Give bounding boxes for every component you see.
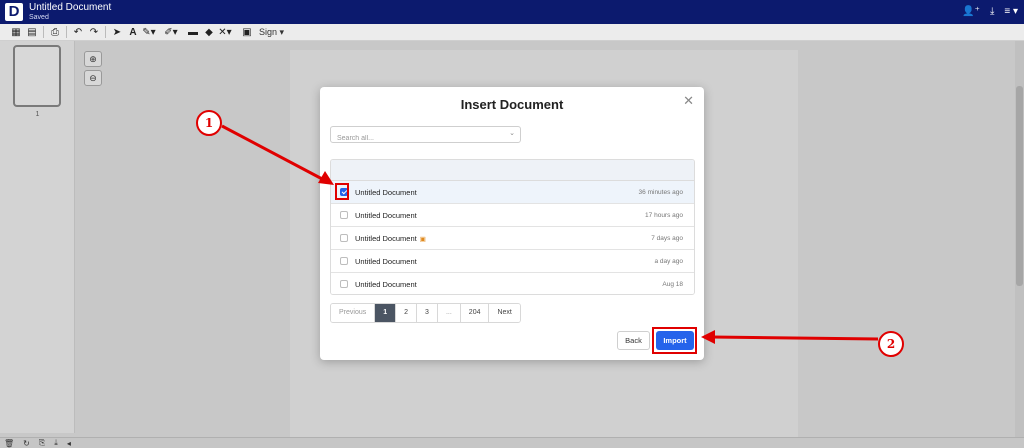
- eraser-icon[interactable]: ◆: [201, 24, 217, 41]
- page-number: 1: [35, 111, 40, 118]
- zoom-out-icon[interactable]: ⊖: [84, 70, 102, 86]
- scroll-left-icon[interactable]: ◂: [67, 439, 71, 448]
- toolbar-divider: [105, 26, 106, 38]
- lock-icon: ▣: [419, 236, 426, 243]
- import-highlight: [652, 327, 697, 354]
- comment-icon[interactable]: ▬: [185, 24, 201, 41]
- step-1-badge: 1: [196, 110, 222, 136]
- row-checkbox[interactable]: [340, 257, 348, 265]
- scrollbar-thumb[interactable]: [1016, 86, 1023, 286]
- close-icon[interactable]: ✕: [683, 93, 694, 109]
- page-thumbnails-sidebar: 1: [0, 41, 75, 433]
- step-2-badge: 2: [878, 331, 904, 357]
- page-thumbnail[interactable]: [13, 45, 61, 107]
- page-ellipsis: ...: [437, 304, 461, 322]
- back-button[interactable]: Back: [617, 331, 650, 350]
- previous-page-button[interactable]: Previous: [331, 304, 376, 322]
- list-header: [331, 160, 694, 181]
- search-input[interactable]: [331, 131, 501, 146]
- list-item[interactable]: Untitled Document 17 hours ago: [331, 204, 694, 227]
- page-2-button[interactable]: 2: [396, 304, 418, 322]
- export-icon[interactable]: ⤓: [54, 438, 58, 448]
- document-time: Aug 18: [662, 281, 683, 288]
- page-3-button[interactable]: 3: [417, 304, 438, 322]
- insert-document-modal: Insert Document ✕ ⌄ Untitled Document 36…: [320, 87, 704, 360]
- print-icon[interactable]: ⎙: [47, 24, 63, 41]
- menu-icon[interactable]: ≡ ▾: [1004, 5, 1018, 19]
- document-name: Untitled Document: [355, 188, 417, 197]
- redo-icon[interactable]: ↷: [86, 24, 102, 41]
- delete-icon[interactable]: 🗑: [4, 439, 14, 448]
- grid-icon[interactable]: ▦: [8, 24, 24, 41]
- vertical-scrollbar[interactable]: [1015, 41, 1024, 437]
- text-icon[interactable]: A: [125, 24, 141, 41]
- page-1-button[interactable]: 1: [375, 304, 397, 322]
- row-checkbox[interactable]: [340, 211, 348, 219]
- document-list: Untitled Document 36 minutes ago Untitle…: [330, 159, 695, 295]
- image-icon[interactable]: ▣: [239, 24, 255, 41]
- document-title[interactable]: Untitled Document: [29, 2, 111, 13]
- top-actions: 👤⁺ ⤓ ≡ ▾: [962, 5, 1018, 19]
- save-status: Saved: [29, 14, 49, 21]
- top-bar: D Untitled Document Saved 👤⁺ ⤓ ≡ ▾: [0, 0, 1024, 24]
- next-page-button[interactable]: Next: [489, 304, 520, 322]
- list-item[interactable]: Untitled Document Aug 18: [331, 273, 694, 294]
- document-name: Untitled Document: [355, 257, 417, 266]
- checkbox-highlight: [335, 183, 349, 200]
- app-logo[interactable]: D: [5, 3, 23, 21]
- add-page-icon[interactable]: ⎘: [39, 438, 45, 448]
- list-item[interactable]: Untitled Document 36 minutes ago: [331, 181, 694, 204]
- bottom-bar: 🗑 ↻ ⎘ ⤓ ◂: [0, 437, 1024, 448]
- highlighter-icon[interactable]: ✐▾: [163, 24, 179, 41]
- list-icon[interactable]: ▤: [24, 24, 40, 41]
- list-item[interactable]: Untitled Document a day ago: [331, 250, 694, 273]
- page-204-button[interactable]: 204: [460, 304, 490, 322]
- row-checkbox[interactable]: [340, 280, 348, 288]
- document-time: 17 hours ago: [645, 212, 683, 219]
- rotate-icon[interactable]: ↻: [23, 439, 30, 448]
- add-user-icon[interactable]: 👤⁺: [962, 5, 980, 19]
- modal-title: Insert Document: [460, 97, 564, 112]
- toolbar-divider: [66, 26, 67, 38]
- document-time: a day ago: [654, 258, 683, 265]
- pagination: Previous 1 2 3 ... 204 Next: [330, 303, 521, 323]
- document-name-container: Untitled Document ▣: [355, 234, 426, 243]
- document-name: Untitled Document: [355, 280, 417, 289]
- download-icon[interactable]: ⤓: [990, 5, 994, 19]
- list-item[interactable]: Untitled Document ▣ 7 days ago: [331, 227, 694, 250]
- undo-icon[interactable]: ↶: [70, 24, 86, 41]
- toolbar-divider: [43, 26, 44, 38]
- zoom-in-icon[interactable]: ⊕: [84, 51, 102, 67]
- chevron-down-icon[interactable]: ⌄: [509, 129, 515, 137]
- pen-icon[interactable]: ✎▾: [141, 24, 157, 41]
- document-name: Untitled Document: [355, 234, 417, 243]
- search-box[interactable]: ⌄: [330, 126, 521, 146]
- row-checkbox[interactable]: [340, 234, 348, 242]
- pointer-icon[interactable]: ➤: [109, 24, 125, 41]
- sign-menu[interactable]: Sign ▾: [259, 24, 284, 41]
- document-time: 36 minutes ago: [638, 189, 683, 196]
- document-name: Untitled Document: [355, 211, 417, 220]
- document-time: 7 days ago: [651, 235, 683, 242]
- toolbar: ▦ ▤ ⎙ ↶ ↷ ➤ A ✎▾ ✐▾ ▬ ◆ ✕▾ ▣ Sign ▾: [0, 24, 1024, 41]
- cross-icon[interactable]: ✕▾: [217, 24, 233, 41]
